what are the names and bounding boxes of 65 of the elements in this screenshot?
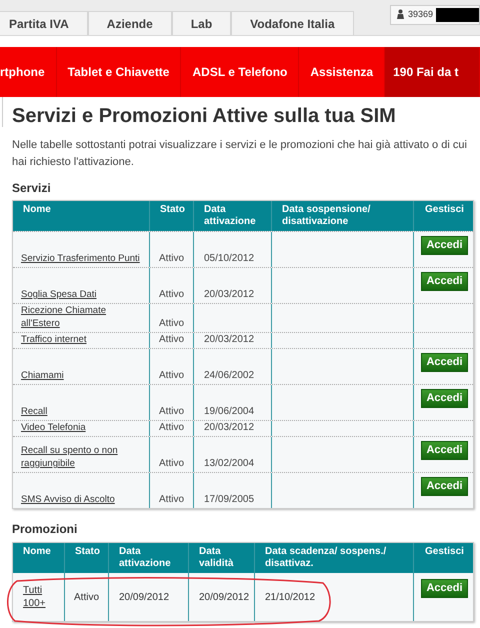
promotion-link[interactable]: Tutti 100+ [23,584,54,610]
intro-text: Nelle tabelle sottostanti potrai visualizzare i servizi e le promozioni che hai già attivato o di cui hai richiesto l'attivazione. [12,138,468,170]
status-text: Attivo [159,333,184,346]
column-header: Data attivazione [204,204,257,228]
top-tab[interactable]: Partita IVA [0,11,88,35]
date-text: 21/10/2012 [265,590,316,604]
status-text: Attivo [159,369,184,382]
activation-date: 20/03/2012 [204,421,254,434]
top-tab[interactable]: Aziende [88,11,172,35]
section-heading: Servizi [12,180,52,197]
service-link[interactable]: Soglia Spesa Dati [21,288,97,301]
column-header: Stato [160,204,183,216]
date-text: 20/09/2012 [199,590,250,604]
service-link[interactable]: Recall su spento o non raggiungibile [21,444,147,470]
date-text: 20/09/2012 [119,590,170,604]
column-header: Data validità [199,546,234,570]
accedi-button[interactable]: Accedi [421,477,468,496]
column-header: Data scadenza/ sospens./ disattivaz. [265,546,388,570]
service-link[interactable]: Chiamami [21,369,64,382]
accedi-button[interactable]: Accedi [421,579,468,598]
activation-date: 19/06/2004 [204,405,254,418]
activation-date: 13/02/2004 [204,457,254,470]
status-text: Attivo [74,590,100,604]
user-number: 39369 [408,8,434,21]
service-link[interactable]: Recall [21,405,48,418]
service-link[interactable]: Servizio Trasferimento Punti [21,252,140,265]
status-text: Attivo [159,493,184,506]
column-header: Nome [23,546,52,558]
accedi-button[interactable]: Accedi [421,441,468,460]
nav-item[interactable]: 190 Fai da t [385,47,480,97]
activation-date: 20/03/2012 [204,333,254,346]
column-header: Data sospensione/ disattivazione [282,204,372,228]
accedi-button[interactable]: Accedi [421,236,468,255]
status-text: Attivo [159,421,184,434]
accedi-button[interactable]: Accedi [421,272,468,291]
column-header: Gestisci [424,204,465,216]
accedi-button[interactable]: Accedi [421,389,468,408]
activation-date: 20/03/2012 [204,288,254,301]
column-header: Stato [75,546,98,558]
column-header: Nome [23,204,52,216]
user-icon [396,9,405,20]
redaction-bar [436,8,479,22]
nav-item[interactable]: ADSL e Telefono [181,47,300,97]
column-header: Gestisci [424,546,465,558]
page-title: Servizi e Promozioni Attive sulla tua SIM [12,104,397,128]
activation-date: 05/10/2012 [204,252,254,265]
service-link[interactable]: SMS Avviso di Ascolto [21,493,115,506]
status-text: Attivo [159,405,184,418]
nav-item[interactable]: rtphone [0,47,57,97]
top-tab[interactable]: Vodafone Italia [231,11,354,35]
column-header: Data attivazione [119,546,172,570]
status-text: Attivo [159,252,184,265]
status-text: Attivo [159,288,184,301]
section-heading: Promozioni [12,521,78,538]
activation-date: 17/09/2005 [204,493,254,506]
user-box[interactable]: 39369 [390,4,480,24]
status-text: Attivo [159,457,184,470]
top-tab[interactable]: Lab [172,11,232,35]
accedi-button[interactable]: Accedi [421,353,468,372]
activation-date: 24/06/2002 [204,369,254,382]
status-text: Attivo [159,317,184,330]
service-link[interactable]: Video Telefonia [21,421,86,434]
service-link[interactable]: Traffico internet [21,333,86,346]
nav-item[interactable]: Tablet e Chiavette [56,47,182,97]
service-link[interactable]: Ricezione Chiamate all'Estero [21,304,147,330]
